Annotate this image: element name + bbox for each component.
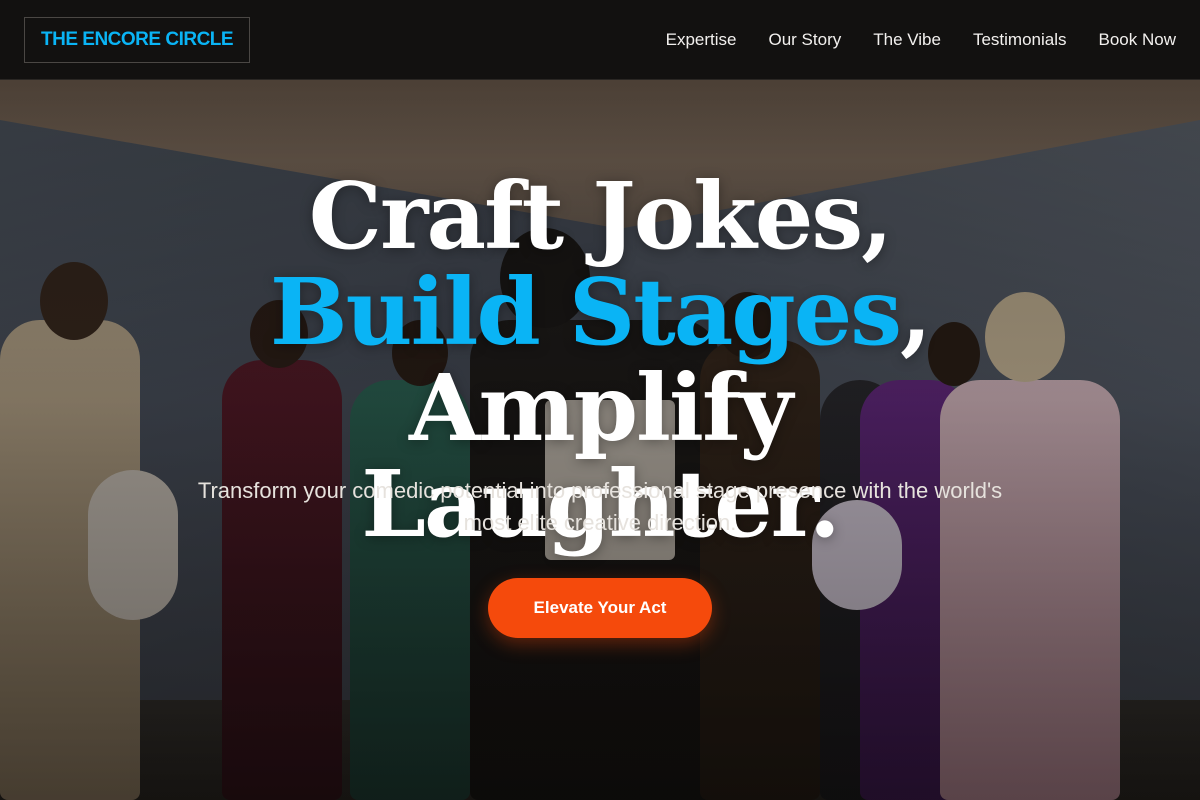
nav-item-our-story[interactable]: Our Story <box>768 30 841 50</box>
main-nav: Expertise Our Story The Vibe Testimonial… <box>666 30 1176 50</box>
hero-section: Craft Jokes, Build Stages, Amplify Laugh… <box>0 80 1200 800</box>
nav-item-expertise[interactable]: Expertise <box>666 30 737 50</box>
headline-part-1: Craft Jokes, <box>308 162 893 270</box>
elevate-your-act-button[interactable]: Elevate Your Act <box>488 578 712 638</box>
nav-item-the-vibe[interactable]: The Vibe <box>873 30 941 50</box>
headline-accent: Build Stages <box>269 258 902 366</box>
nav-item-testimonials[interactable]: Testimonials <box>973 30 1067 50</box>
brand-logo[interactable]: THE ENCORE CIRCLE <box>24 16 251 63</box>
nav-item-book-now[interactable]: Book Now <box>1099 30 1176 50</box>
top-navbar: THE ENCORE CIRCLE Expertise Our Story Th… <box>0 0 1200 80</box>
hero-subheadline: Transform your comedic potential into pr… <box>197 478 1003 535</box>
